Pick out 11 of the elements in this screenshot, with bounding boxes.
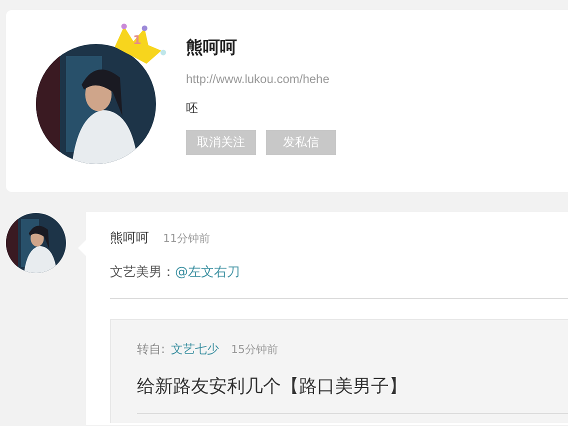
repost-title[interactable]: 给新路友安利几个【路口美男子】 xyxy=(137,375,568,414)
author-name[interactable]: 熊呵呵 xyxy=(110,230,149,248)
repost-time: 15分钟前 xyxy=(231,342,278,358)
mention-link[interactable]: @左文右刀 xyxy=(175,265,240,280)
user-bio: 呸 xyxy=(186,100,199,116)
post-text: 文艺美男：@左文右刀 xyxy=(110,264,568,299)
source-link[interactable]: 文艺七少 xyxy=(171,340,220,358)
post-time: 11分钟前 xyxy=(163,231,210,247)
user-name: 熊呵呵 xyxy=(186,38,238,58)
repost-label: 转自: xyxy=(137,341,166,358)
profile-url[interactable]: http://www.lukou.com/hehe xyxy=(186,72,336,86)
